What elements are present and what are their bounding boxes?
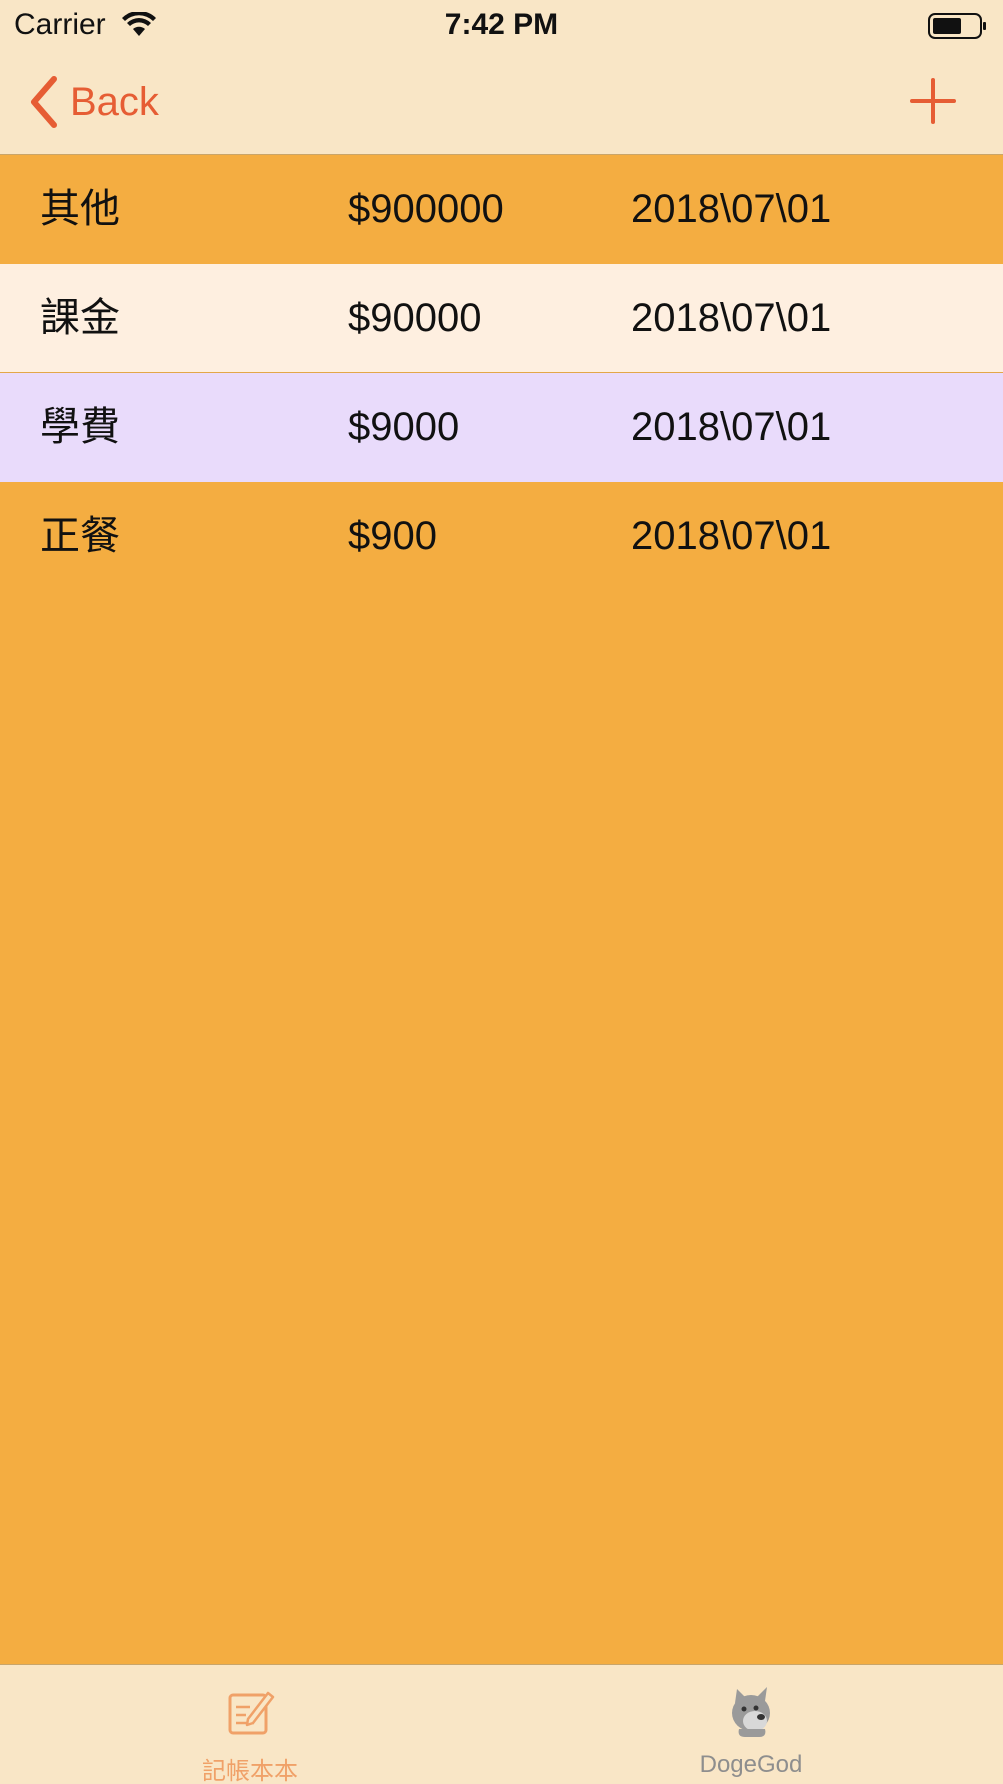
expense-date: 2018\07\01 [631,514,832,558]
expense-amount: $90000 [348,296,482,340]
expense-name: 課金 [40,296,120,340]
expense-date: 2018\07\01 [631,187,832,231]
expense-date: 2018\07\01 [631,296,832,340]
tab-label: 記帳本本 [202,1758,298,1784]
clock: 7:42 PM [444,8,559,41]
expense-name: 正餐 [40,514,120,558]
tab-dogegod[interactable]: DogeGod [601,1665,901,1784]
tab-bar: 記帳本本 DogeGod [0,1664,1003,1784]
expense-amount: $900000 [348,187,504,231]
edit-note-icon [228,1691,275,1735]
status-bar: Carrier 7:42 PM [0,0,1003,50]
top-bar: Carrier 7:42 PM Back [0,0,1003,155]
screen: Carrier 7:42 PM Back 其他 $900000 2018\07\… [0,0,1003,1784]
doge-icon [732,1687,770,1737]
expense-row[interactable]: 其他 $900000 2018\07\01 [0,155,1003,264]
expense-list: 其他 $900000 2018\07\01 課金 $90000 2018\07\… [0,155,1003,591]
expense-amount: $900 [348,514,437,558]
tab-label: DogeGod [699,1751,803,1778]
expense-amount: $9000 [348,405,460,449]
chevron-left-icon [31,76,57,128]
back-label: Back [70,79,159,124]
expense-row[interactable]: 課金 $90000 2018\07\01 [0,264,1003,373]
expense-name: 學費 [40,405,120,449]
back-button[interactable]: Back [26,74,159,130]
battery-icon [928,13,986,39]
expense-row[interactable]: 正餐 $900 2018\07\01 [0,482,1003,591]
add-icon[interactable] [908,76,958,126]
navigation-bar: Back [0,50,1003,155]
expense-row[interactable]: 學費 $9000 2018\07\01 [0,373,1003,482]
expense-name: 其他 [40,187,120,231]
tab-ledger[interactable]: 記帳本本 [100,1665,400,1784]
expense-date: 2018\07\01 [631,405,832,449]
